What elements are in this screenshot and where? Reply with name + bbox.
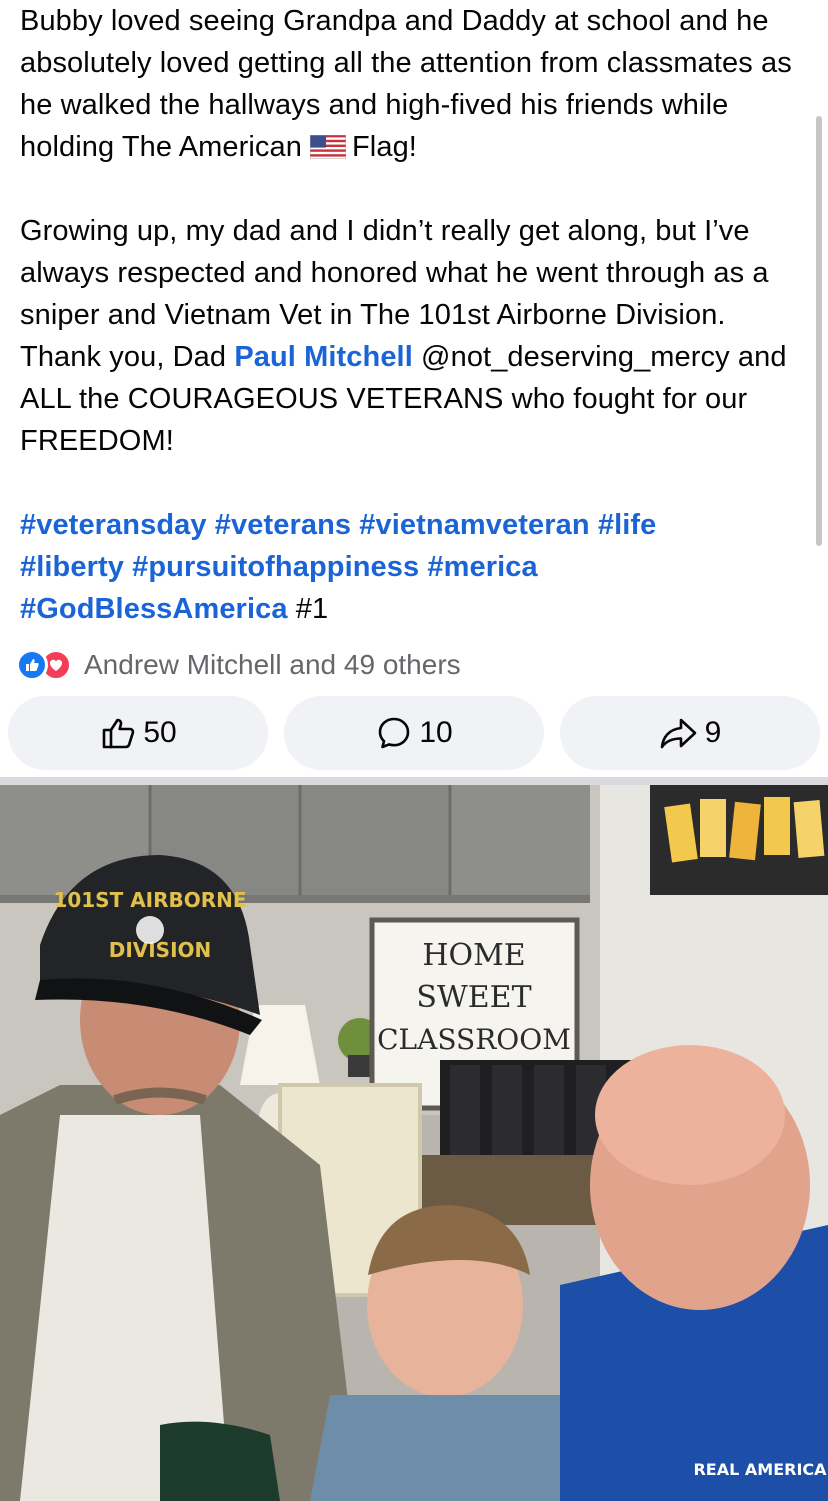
bulletin-papers: [664, 797, 825, 863]
thumbs-up-icon: [103, 718, 135, 749]
hashtag-link[interactable]: #merica: [427, 551, 537, 583]
share-arrow-icon: [660, 718, 696, 749]
comment-count: 10: [419, 716, 453, 749]
comment-button[interactable]: 10: [284, 696, 544, 770]
post-body: Bubby loved seeing Grandpa and Daddy at …: [20, 0, 810, 630]
section-divider: [0, 777, 828, 785]
post-text-flag-word: Flag!: [351, 131, 417, 163]
post-paragraph-2: Growing up, my dad and I didn’t really g…: [20, 210, 810, 462]
classroom-photo-illustration: HOME SWEET CLASSROOM 101ST AIRBORNE DIVI…: [0, 785, 828, 1501]
comment-bubble-icon: [379, 717, 410, 749]
scrollbar[interactable]: [816, 116, 822, 546]
shirt-text: REAL AMERICA: [693, 1460, 827, 1479]
hashtag-link[interactable]: #veterans: [215, 509, 351, 541]
like-reaction-icon: [16, 649, 48, 681]
post-photo[interactable]: HOME SWEET CLASSROOM 101ST AIRBORNE DIVI…: [0, 785, 828, 1501]
post-actions-bar: 50 10 9: [8, 696, 820, 770]
reactions-summary-text[interactable]: Andrew Mitchell and 49 others: [84, 649, 461, 681]
hat-text-airborne: 101ST AIRBORNE: [53, 888, 246, 912]
hashtag-paragraph: #veteransday #veterans #vietnamveteran #…: [20, 504, 810, 630]
sign-home: HOME: [422, 938, 525, 973]
reactions-summary[interactable]: Andrew Mitchell and 49 others: [16, 643, 461, 687]
share-button[interactable]: 9: [560, 696, 820, 770]
hashtag-suffix: #1: [295, 593, 329, 625]
hashtag-link[interactable]: #life: [598, 509, 657, 541]
post-paragraph-1: Bubby loved seeing Grandpa and Daddy at …: [20, 0, 810, 168]
hashtag-link[interactable]: #veteransday: [20, 509, 207, 541]
hashtag-link[interactable]: #pursuitofhappiness: [132, 551, 419, 583]
like-count: 50: [143, 716, 177, 749]
mention-link[interactable]: Paul Mitchell: [234, 341, 413, 373]
like-button[interactable]: 50: [8, 696, 268, 770]
hashtag-link[interactable]: #liberty: [20, 551, 124, 583]
hat-text-division: DIVISION: [109, 938, 212, 962]
hashtag-link[interactable]: #GodBlessAmerica: [20, 593, 288, 625]
us-flag-emoji-icon: [309, 135, 346, 159]
share-count: 9: [704, 716, 722, 749]
hashtag-link[interactable]: #vietnamveteran: [359, 509, 589, 541]
sign-sweet: SWEET: [416, 980, 531, 1015]
sign-classroom: CLASSROOM: [377, 1023, 571, 1056]
